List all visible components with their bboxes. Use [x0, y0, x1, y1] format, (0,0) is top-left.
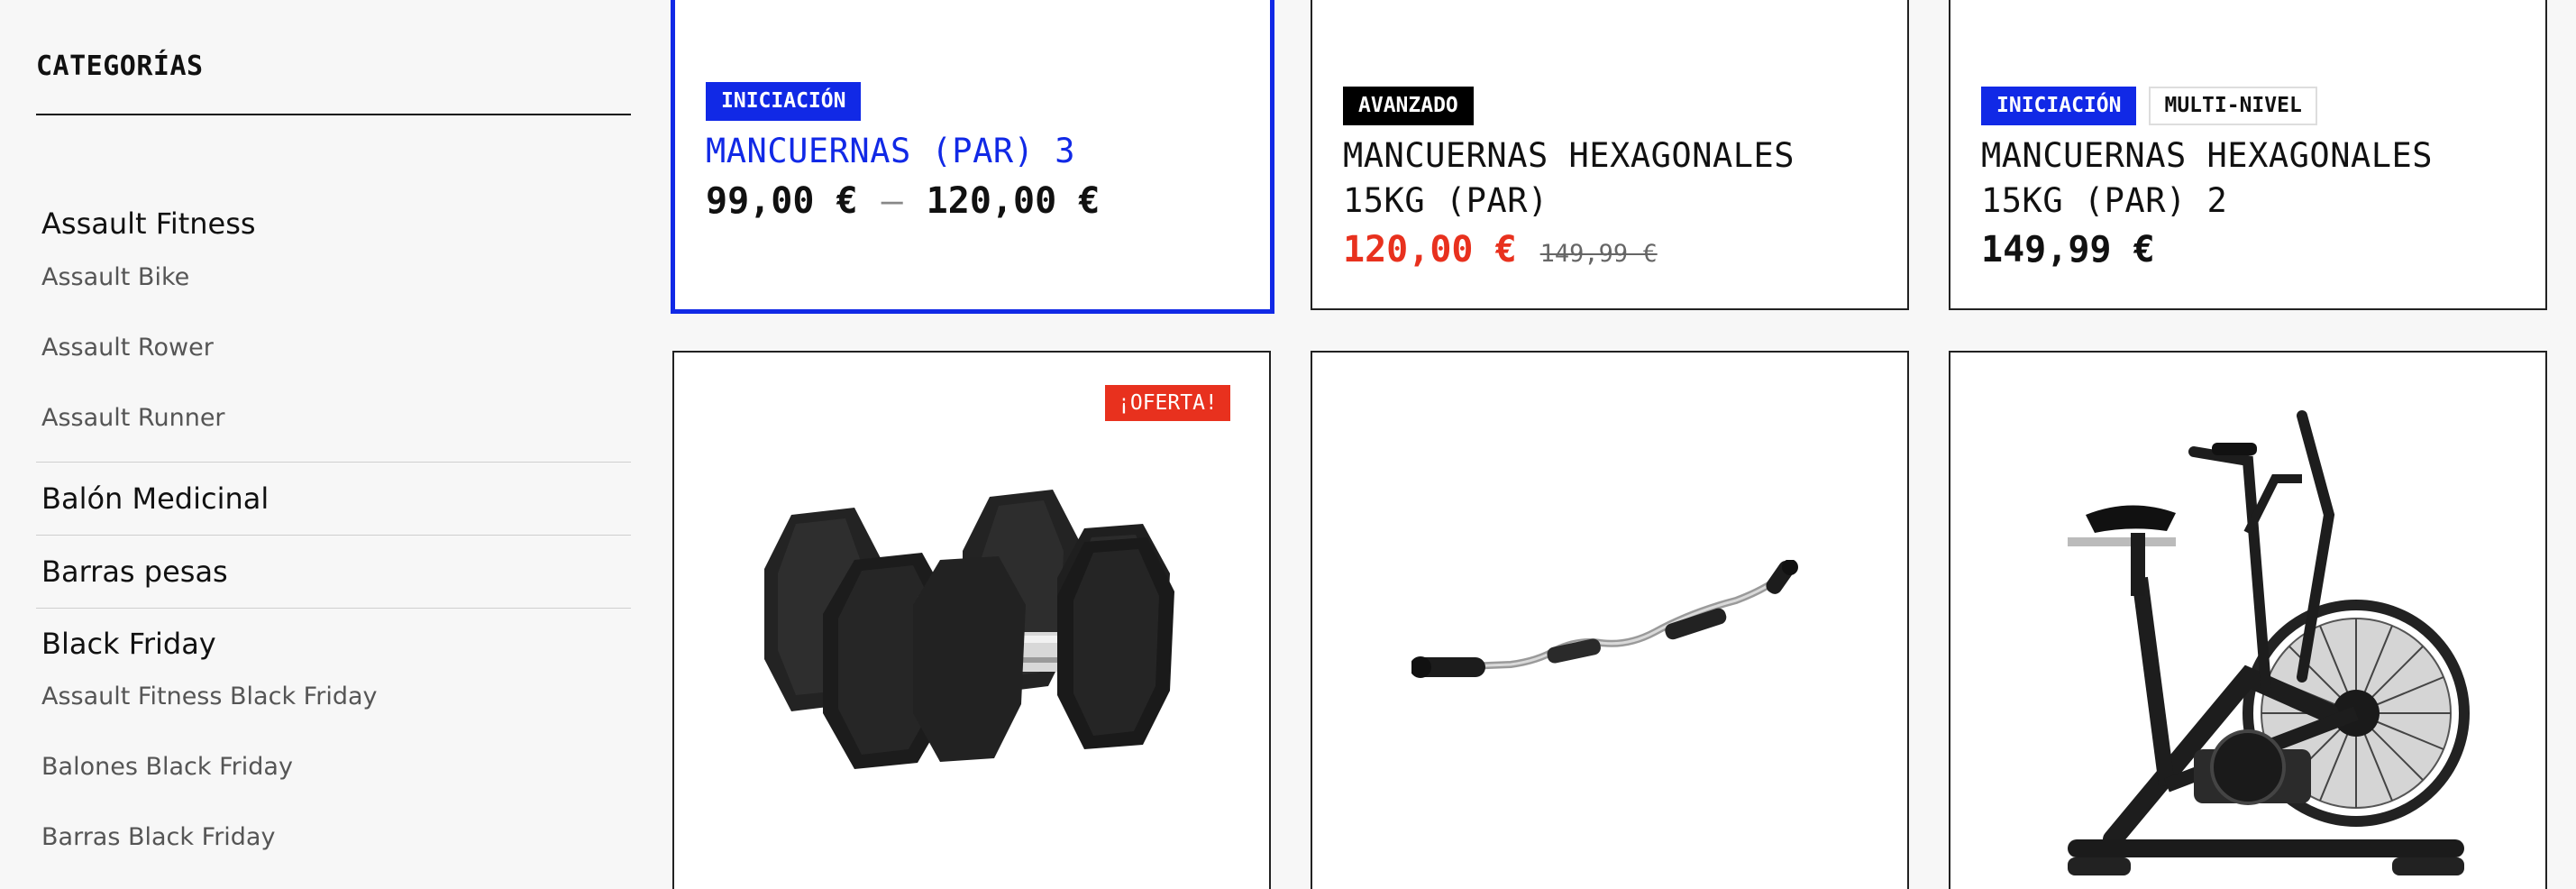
sidebar-title-divider — [36, 114, 631, 115]
price: 149,99 € — [1981, 229, 2155, 270]
category-balon-medicinal[interactable]: Balón Medicinal — [36, 463, 631, 535]
air-bike-icon[interactable] — [2032, 407, 2482, 889]
sale-price: 120,00 € — [1343, 229, 1517, 270]
subcategory-barras-black-friday[interactable]: Barras Black Friday — [36, 820, 631, 889]
level-badge: INICIACIÓN — [706, 82, 862, 121]
product-title-line: MANCUERNAS HEXAGONALES — [1981, 136, 2434, 175]
price-separator: – — [881, 180, 903, 222]
product-card[interactable]: INICIACIÓN MANCUERNAS (PAR) 3 99,00 € – … — [671, 0, 1274, 314]
hex-dumbbells-icon[interactable] — [728, 488, 1233, 794]
curl-bar-icon[interactable] — [1411, 560, 1826, 695]
level-badge: INICIACIÓN — [1981, 87, 2137, 125]
product-title-line: 15KG (PAR) — [1343, 181, 1548, 220]
offer-badge: ¡OFERTA! — [1105, 385, 1230, 421]
product-title[interactable]: MANCUERNAS HEXAGONALES 15KG (PAR) — [1343, 133, 1795, 224]
category-barras-pesas[interactable]: Barras pesas — [36, 536, 631, 608]
product-price: 120,00 € 149,99 € — [1343, 229, 1658, 270]
level-badge: AVANZADO — [1343, 87, 1474, 125]
product-card[interactable]: ¡OFERTA! — [672, 351, 1271, 889]
category-assault-fitness[interactable]: Assault Fitness — [36, 197, 631, 251]
category-black-friday[interactable]: Black Friday — [36, 609, 631, 679]
sidebar-title: CATEGORÍAS — [36, 50, 204, 82]
subcategory-assault-fitness-black-friday[interactable]: Assault Fitness Black Friday — [36, 679, 631, 749]
product-title-line: MANCUERNAS HEXAGONALES — [1343, 136, 1795, 175]
subcategory-balones-black-friday[interactable]: Balones Black Friday — [36, 749, 631, 820]
category-list: Assault Fitness Assault Bike Assault Row… — [36, 197, 631, 889]
price-to: 120,00 € — [926, 180, 1101, 222]
product-badges: INICIACIÓN — [706, 82, 862, 121]
product-price: 149,99 € — [1981, 229, 2155, 270]
level-badge: MULTI-NIVEL — [2149, 87, 2317, 125]
product-title-text: MANCUERNAS (PAR) 3 — [706, 132, 1075, 170]
product-title[interactable]: MANCUERNAS (PAR) 3 — [706, 129, 1075, 174]
original-price: 149,99 € — [1539, 240, 1658, 268]
product-card[interactable]: INICIACIÓN MULTI-NIVEL MANCUERNAS HEXAGO… — [1949, 0, 2547, 310]
product-card[interactable] — [1311, 351, 1909, 889]
product-badges: INICIACIÓN MULTI-NIVEL — [1981, 87, 2317, 125]
subcategory-assault-runner[interactable]: Assault Runner — [36, 391, 631, 462]
price-from: 99,00 € — [706, 180, 858, 222]
product-card[interactable] — [1949, 351, 2547, 889]
product-badges: AVANZADO — [1343, 87, 1474, 125]
product-price: 99,00 € – 120,00 € — [706, 180, 1100, 222]
product-title[interactable]: MANCUERNAS HEXAGONALES 15KG (PAR) 2 — [1981, 133, 2433, 224]
subcategory-assault-bike[interactable]: Assault Bike — [36, 251, 631, 321]
product-grid: INICIACIÓN MANCUERNAS (PAR) 3 99,00 € – … — [671, 0, 2576, 889]
category-sidebar: CATEGORÍAS Assault Fitness Assault Bike … — [36, 0, 631, 889]
product-card[interactable]: AVANZADO MANCUERNAS HEXAGONALES 15KG (PA… — [1311, 0, 1909, 310]
subcategory-assault-rower[interactable]: Assault Rower — [36, 321, 631, 391]
product-title-line: 15KG (PAR) 2 — [1981, 181, 2228, 220]
